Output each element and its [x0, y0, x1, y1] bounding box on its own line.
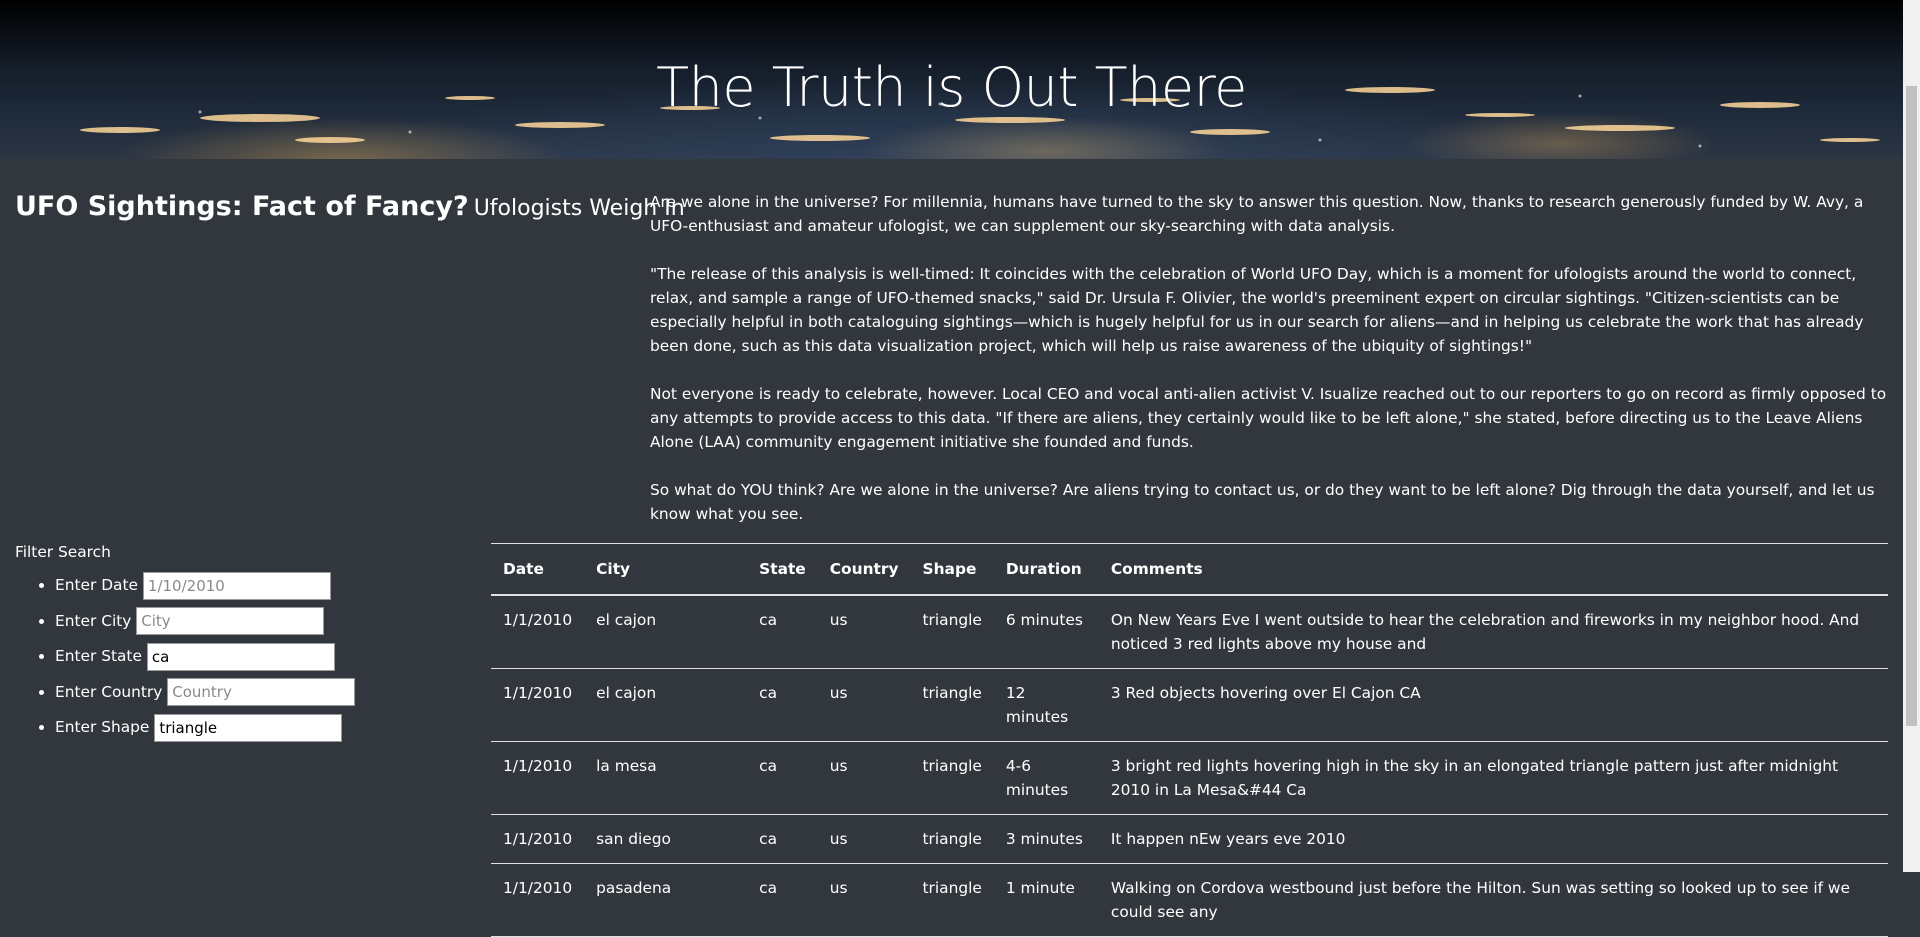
filter-label: Enter State	[55, 647, 142, 665]
page-scrollbar[interactable]	[1903, 0, 1920, 872]
cell-state: ca	[747, 814, 818, 864]
cell-date: 1/1/2010	[491, 814, 585, 864]
table-row: 1/1/2010 pasadena ca us triangle 1 minut…	[491, 863, 1888, 937]
sightings-table: Date City State Country Shape Duration C…	[491, 543, 1888, 937]
shape-input[interactable]	[154, 713, 343, 742]
cell-comments: On New Years Eve I went outside to hear …	[1098, 594, 1888, 669]
cell-shape: triangle	[910, 741, 994, 815]
cell-duration: 3 minutes	[993, 814, 1099, 864]
column-header-comments: Comments	[1098, 543, 1888, 596]
article-body: Are we alone in the universe? For millen…	[650, 190, 1890, 550]
cell-date: 1/1/2010	[491, 741, 585, 815]
column-header-city: City	[584, 543, 748, 596]
cell-shape: triangle	[910, 668, 994, 742]
filter-item-state: Enter State	[55, 642, 355, 678]
filter-title: Filter Search	[15, 543, 111, 561]
cell-shape: triangle	[910, 594, 994, 669]
filter-label: Enter Date	[55, 576, 138, 594]
table-row: 1/1/2010 el cajon ca us triangle 12 minu…	[491, 668, 1888, 742]
filter-item-date: Enter Date	[55, 571, 355, 607]
cell-city: el cajon	[584, 594, 748, 669]
cell-state: ca	[747, 741, 818, 815]
page-title: The Truth is Out There	[656, 56, 1247, 120]
article-headline: UFO Sightings: Fact of Fancy? Ufologists…	[15, 191, 685, 222]
table-row: 1/1/2010 san diego ca us triangle 3 minu…	[491, 814, 1888, 864]
cell-city: san diego	[584, 814, 748, 864]
cell-country: us	[817, 863, 911, 937]
filter-label: Enter City	[55, 611, 132, 630]
cell-date: 1/1/2010	[491, 863, 585, 937]
headline-main: UFO Sightings: Fact of Fancy?	[15, 191, 469, 222]
state-input[interactable]	[146, 642, 335, 671]
filter-list: Enter Date Enter City Enter State Enter …	[15, 571, 356, 749]
column-header-duration: Duration	[993, 543, 1099, 596]
cell-comments: 3 bright red lights hovering high in the…	[1098, 741, 1888, 815]
cell-country: us	[817, 594, 911, 669]
article-paragraph: Are we alone in the universe? For millen…	[650, 193, 1864, 235]
article-paragraph: Not everyone is ready to celebrate, howe…	[650, 385, 1887, 451]
cell-duration: 12 minutes	[993, 668, 1099, 742]
hero-banner: The Truth is Out There	[0, 0, 1903, 159]
country-input[interactable]	[167, 678, 356, 706]
cell-city: el cajon	[584, 668, 748, 742]
date-input[interactable]	[142, 571, 331, 600]
table-header-row: Date City State Country Shape Duration C…	[491, 543, 1888, 596]
cell-date: 1/1/2010	[491, 668, 585, 742]
cell-country: us	[817, 814, 911, 864]
cell-duration: 1 minute	[993, 863, 1099, 937]
cell-comments: It happen nEw years eve 2010	[1098, 814, 1888, 864]
cell-city: la mesa	[584, 741, 748, 815]
filter-label: Enter Shape	[55, 718, 150, 736]
table-row: 1/1/2010 el cajon ca us triangle 6 minut…	[491, 594, 1888, 669]
city-input[interactable]	[136, 607, 325, 635]
cell-duration: 4-6 minutes	[993, 741, 1099, 815]
cell-city: pasadena	[584, 863, 748, 937]
cell-comments: Walking on Cordova westbound just before…	[1098, 863, 1888, 937]
cell-date: 1/1/2010	[491, 594, 585, 669]
cell-country: us	[817, 668, 911, 742]
article-paragraph: So what do YOU think? Are we alone in th…	[650, 481, 1875, 523]
cell-duration: 6 minutes	[993, 594, 1099, 669]
column-header-shape: Shape	[910, 543, 994, 596]
table-row: 1/1/2010 la mesa ca us triangle 4-6 minu…	[491, 741, 1888, 815]
column-header-state: State	[747, 543, 818, 596]
cell-country: us	[817, 741, 911, 815]
column-header-date: Date	[491, 543, 585, 596]
filter-label: Enter Country	[55, 682, 163, 701]
column-header-country: Country	[817, 543, 911, 596]
scrollbar-thumb[interactable]	[1906, 86, 1917, 726]
cell-state: ca	[747, 668, 818, 742]
filter-item-country: Enter Country	[55, 678, 356, 714]
filter-item-city: Enter City	[55, 607, 355, 643]
cell-state: ca	[747, 863, 818, 937]
cell-state: ca	[747, 594, 818, 669]
sightings-table-container: Date City State Country Shape Duration C…	[491, 543, 1888, 937]
cell-shape: triangle	[910, 863, 994, 937]
article-paragraph: "The release of this analysis is well-ti…	[650, 265, 1864, 355]
filter-item-shape: Enter Shape	[55, 713, 355, 749]
cell-shape: triangle	[910, 814, 994, 864]
filter-panel: Filter Search Enter Date Enter City Ente…	[15, 543, 356, 749]
cell-comments: 3 Red objects hovering over El Cajon CA	[1098, 668, 1888, 742]
